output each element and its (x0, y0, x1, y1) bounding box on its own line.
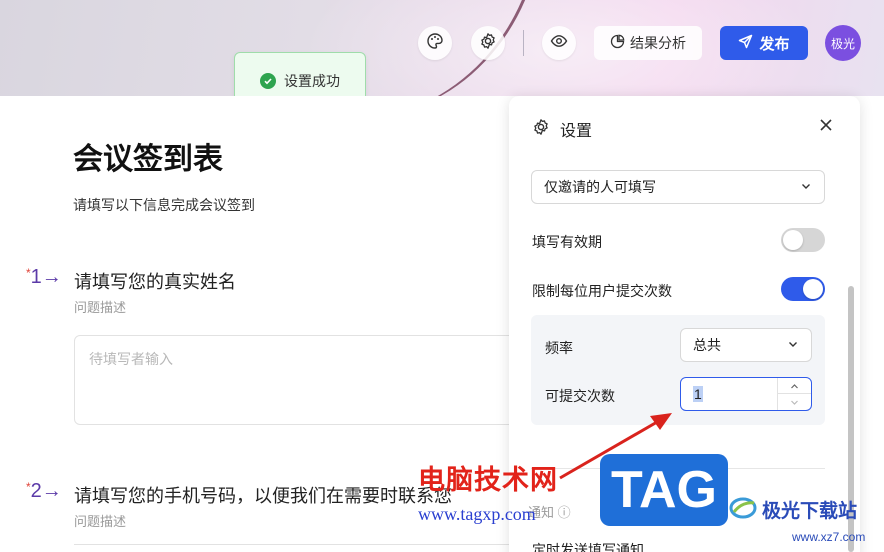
gear-icon (479, 32, 497, 55)
question-description[interactable]: 问题描述 (74, 511, 126, 530)
close-button[interactable] (815, 116, 837, 138)
avatar[interactable]: 极光 (825, 25, 861, 61)
eye-icon (550, 32, 568, 55)
palette-icon (426, 32, 444, 55)
question-number: *2→ (26, 480, 62, 502)
validity-toggle[interactable] (781, 228, 825, 252)
site-logo-name: 极光下载站 (762, 501, 858, 522)
site-logo-url: www.xz7.com (792, 530, 866, 544)
limit-submissions-toggle[interactable] (781, 277, 825, 301)
site-logo-icon (728, 494, 758, 525)
who-can-fill-value: 仅邀请的人可填写 (544, 179, 656, 195)
question-description[interactable]: 问题描述 (74, 297, 126, 316)
quantity-stepper[interactable] (777, 378, 811, 410)
watermark-url: www.tagxp.com (418, 504, 536, 524)
publish-button[interactable]: 发布 (720, 26, 808, 60)
watermark-tag-logo: TAG (600, 454, 728, 526)
stepper-down-button[interactable] (778, 394, 811, 410)
settings-title: 设置 (560, 123, 593, 140)
chart-pie-icon (610, 34, 625, 52)
chevron-down-icon (790, 394, 799, 410)
toggle-knob (783, 230, 803, 250)
watermark-text: 电脑技术网 (418, 465, 558, 495)
chevron-down-icon (787, 337, 799, 353)
form-title[interactable]: 会议签到表 (73, 134, 223, 178)
form-description[interactable]: 请填写以下信息完成会议签到 (73, 195, 255, 215)
result-analysis-button[interactable]: 结果分析 (594, 26, 702, 60)
close-icon (819, 118, 833, 137)
send-icon (738, 34, 753, 53)
gear-icon (532, 118, 550, 141)
limit-submissions-label: 限制每位用户提交次数 (532, 283, 672, 299)
submit-count-label: 可提交次数 (545, 388, 615, 404)
frequency-select[interactable]: 总共 (680, 328, 812, 362)
question-number: *1→ (26, 266, 62, 288)
toolbar-divider (523, 30, 524, 56)
preview-button[interactable] (542, 26, 576, 60)
frequency-label: 频率 (545, 340, 573, 356)
settings-button[interactable] (471, 26, 505, 60)
submit-count-input[interactable]: 1 (680, 377, 812, 411)
question-title[interactable]: 请填写您的手机号码，以便我们在需要时联系您 (74, 482, 452, 508)
settings-panel-header: 设置 (532, 117, 592, 141)
result-analysis-label: 结果分析 (630, 35, 686, 51)
validity-label: 填写有效期 (532, 234, 602, 250)
toast-message: 设置成功 (284, 73, 340, 89)
submit-count-value: 1 (693, 386, 703, 402)
chevron-up-icon (790, 378, 799, 394)
chevron-down-icon (800, 179, 812, 195)
watermark-site-logo: 极光下载站 (728, 494, 857, 525)
check-circle-icon (260, 73, 276, 89)
answer-input[interactable] (74, 544, 534, 552)
stepper-up-button[interactable] (778, 378, 811, 394)
who-can-fill-select[interactable]: 仅邀请的人可填写 (531, 170, 825, 204)
answer-input[interactable]: 待填写者输入 (74, 335, 534, 425)
toggle-knob (803, 279, 823, 299)
frequency-value: 总共 (693, 337, 721, 353)
question-title[interactable]: 请填写您的真实姓名 (74, 268, 236, 294)
publish-label: 发布 (759, 35, 790, 53)
theme-button[interactable] (418, 26, 452, 60)
scheduled-notify-label: 定时发送填写通知 (532, 542, 644, 552)
